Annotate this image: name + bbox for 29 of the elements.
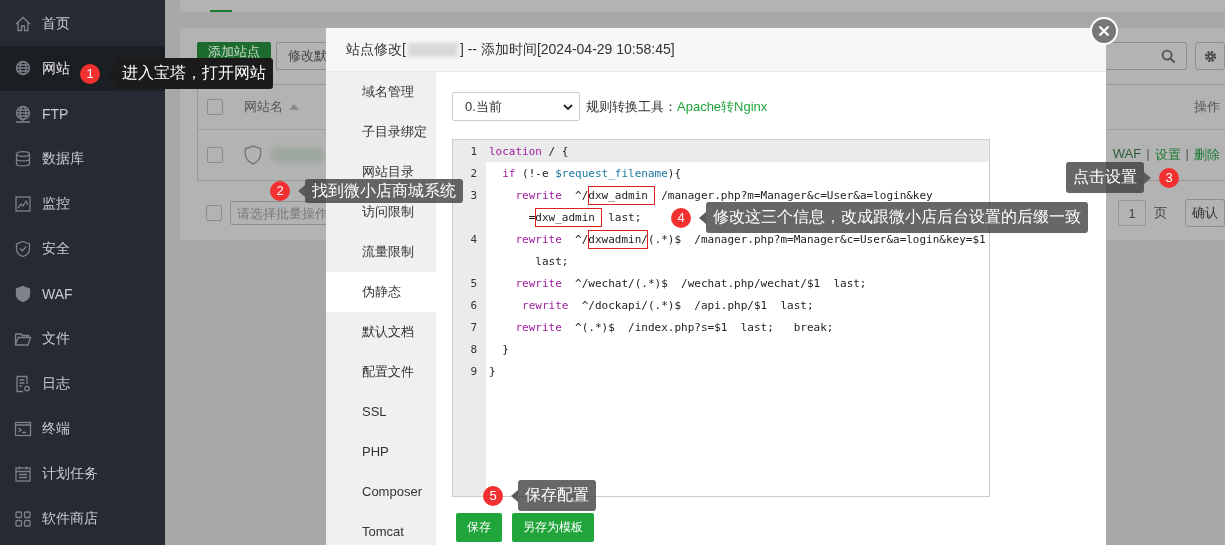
line-number: 2: [470, 166, 477, 180]
tooltip: 找到微小店商城系统: [305, 179, 463, 203]
code-line: last;: [534, 254, 569, 268]
link-separator: |: [1185, 146, 1189, 163]
page-label: 页: [1154, 204, 1167, 222]
line-number: 8: [470, 342, 477, 356]
code-line: rewrite ^/dockapi/(.*)$ /api.php/$1 last;: [521, 298, 814, 312]
code-line: }: [489, 364, 496, 378]
dialog-title: 站点修改[: [346, 40, 406, 59]
line-number: 3: [470, 188, 477, 202]
code-line: location / {: [489, 144, 569, 158]
line-number: 6: [470, 298, 477, 312]
tooltip: 保存配置: [518, 480, 596, 511]
code-line: if (!-e $request_filename){: [501, 166, 682, 180]
line-number: 5: [470, 276, 477, 290]
tooltip: 进入宝塔，打开网站: [115, 58, 273, 89]
code-line: rewrite ^/wechat/(.*)$ /wechat.php/wechat/$1 last;: [514, 276, 867, 290]
code-line: }: [501, 342, 509, 356]
code-line: rewrite ^(.*)$ /index.php?s=$1 last; break;: [514, 320, 834, 334]
link-separator: |: [1146, 146, 1150, 163]
line-number: 4: [470, 232, 477, 246]
line-number: 9: [470, 364, 477, 378]
dialog-title: ] -- 添加时间[2024-04-29 10:58:45]: [459, 40, 675, 59]
column-header: 操作: [1194, 98, 1220, 116]
tooltip: 修改这三个信息，改成跟微小店后台设置的后缀一致: [706, 202, 1088, 233]
tool-label: 规则转换工具：: [586, 97, 677, 116]
line-number: 7: [470, 320, 477, 334]
line-number: 1: [470, 144, 477, 158]
tooltip: 点击设置: [1066, 162, 1144, 193]
